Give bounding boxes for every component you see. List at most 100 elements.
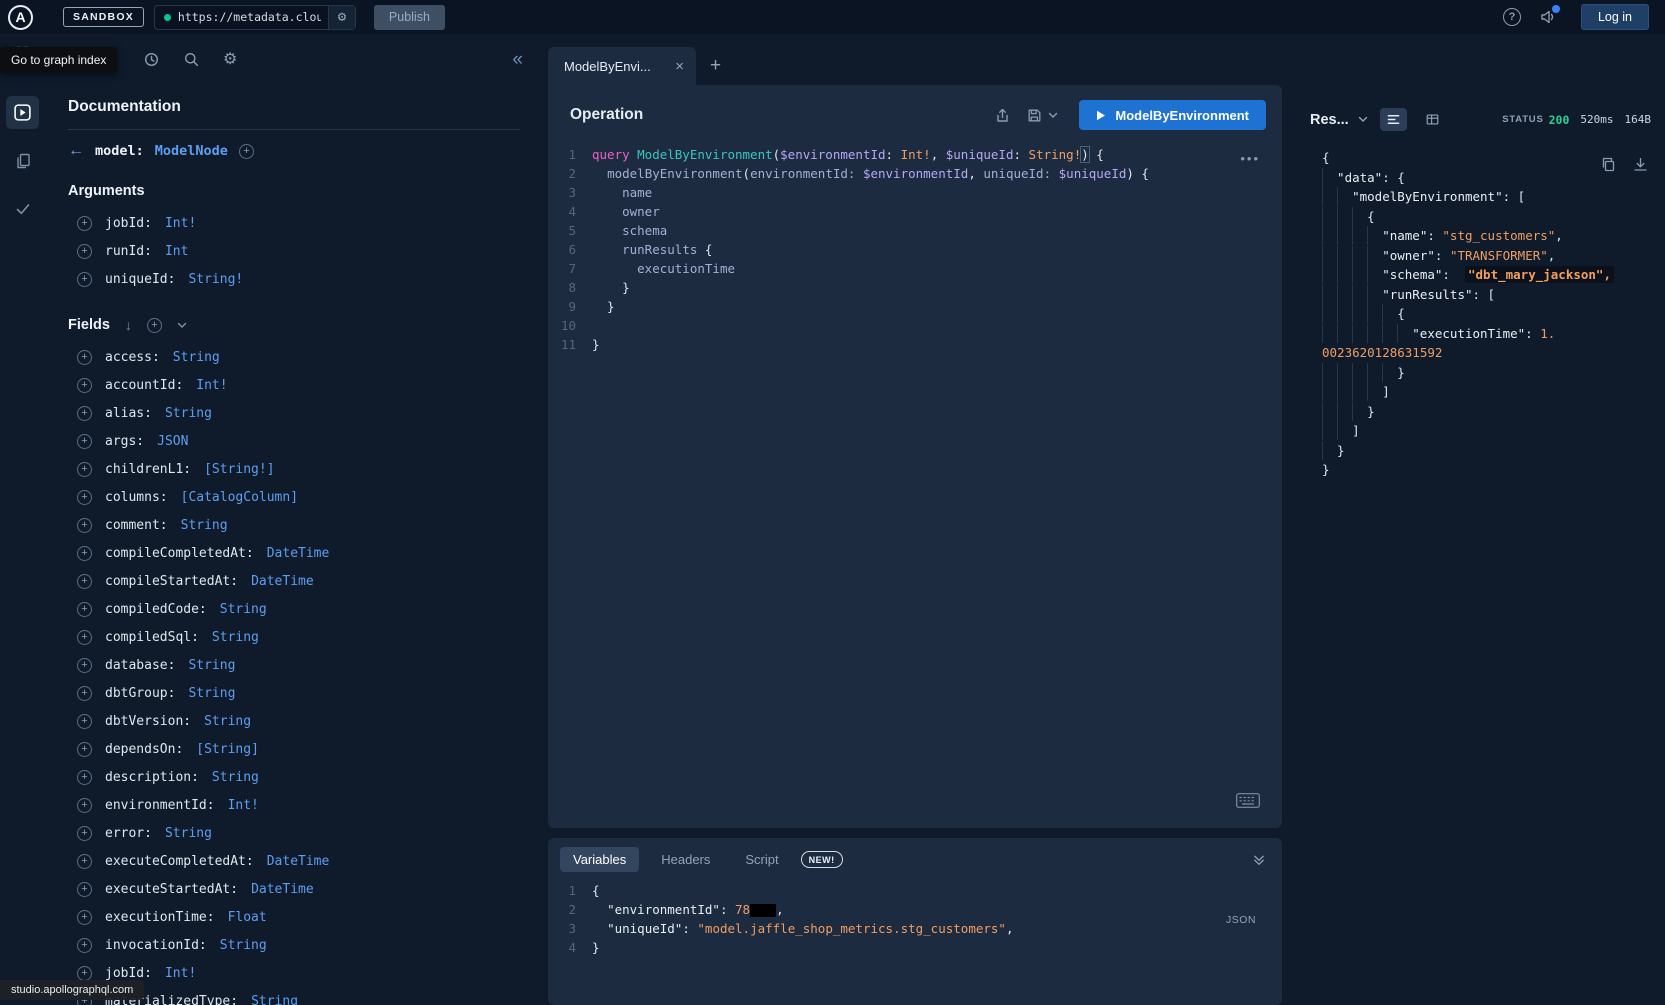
tab-headers[interactable]: Headers — [648, 847, 723, 872]
collapse-sidebar-icon[interactable]: « — [512, 50, 523, 69]
add-field-icon[interactable]: + — [77, 378, 92, 393]
add-field-icon[interactable]: + — [77, 854, 92, 869]
endpoint-settings-gear-icon[interactable]: ⚙ — [328, 6, 355, 29]
new-badge: NEW! — [801, 851, 843, 868]
new-tab-button[interactable]: + — [710, 56, 721, 75]
add-field-icon[interactable]: + — [77, 434, 92, 449]
add-field-icon[interactable]: + — [77, 462, 92, 477]
field-type-link[interactable]: [String!] — [204, 462, 274, 477]
variables-editor[interactable]: 1{2 "environmentId": 78,3 "uniqueId": "m… — [548, 881, 1282, 957]
add-field-icon[interactable]: + — [77, 966, 92, 981]
add-field-icon[interactable]: + — [77, 490, 92, 505]
add-field-icon[interactable]: + — [77, 602, 92, 617]
history-icon[interactable] — [143, 51, 160, 68]
apollo-logo[interactable]: A — [8, 5, 33, 30]
add-field-icon[interactable]: + — [77, 546, 92, 561]
field-type-link[interactable]: String — [204, 714, 251, 729]
field-type-link[interactable]: String — [173, 350, 220, 365]
field-type-link[interactable]: Float — [228, 910, 267, 925]
add-field-icon[interactable]: + — [77, 742, 92, 757]
field-type-link[interactable]: String — [188, 686, 235, 701]
field-type-link[interactable]: JSON — [157, 434, 188, 449]
field-type-link[interactable]: Int! — [165, 966, 196, 981]
field-name: compileCompletedAt: — [105, 546, 254, 561]
add-field-icon[interactable]: + — [77, 406, 92, 421]
endpoint-url[interactable]: https://metadata.cloud.get — [178, 10, 321, 24]
endpoint-url-box[interactable]: https://metadata.cloud.get ⚙ — [154, 5, 356, 30]
operation-tab[interactable]: ModelByEnvi... × — [548, 47, 696, 85]
left-rail — [0, 34, 45, 1005]
table-view-toggle[interactable] — [1419, 108, 1446, 131]
tab-close-icon[interactable]: × — [675, 59, 684, 74]
field-type-link[interactable]: DateTime — [267, 854, 330, 869]
add-field-icon[interactable]: + — [77, 350, 92, 365]
run-operation-button[interactable]: ModelByEnvironment — [1079, 100, 1266, 130]
copy-response-icon[interactable] — [1600, 156, 1617, 173]
field-type-link[interactable]: String — [212, 630, 259, 645]
operation-tab-label: ModelByEnvi... — [564, 59, 667, 74]
back-arrow-icon[interactable]: ← — [68, 143, 84, 159]
field-type-link[interactable]: String — [220, 938, 267, 953]
add-type-to-query-icon[interactable]: + — [239, 144, 254, 159]
download-response-icon[interactable] — [1632, 156, 1649, 173]
field-type-link[interactable]: DateTime — [251, 574, 314, 589]
field-type-link[interactable]: Int! — [196, 378, 227, 393]
field-row: + args: JSON — [68, 427, 520, 455]
add-field-icon[interactable]: + — [77, 518, 92, 533]
keyboard-shortcuts-icon[interactable] — [1236, 793, 1260, 808]
operation-editor[interactable]: 1query ModelByEnvironment($environmentId… — [548, 145, 1282, 354]
type-name-link[interactable]: ModelNode — [155, 143, 228, 159]
add-field-icon[interactable]: + — [77, 630, 92, 645]
field-type-link[interactable]: [CatalogColumn] — [181, 490, 298, 505]
add-field-icon[interactable]: + — [77, 686, 92, 701]
field-type-link[interactable]: String — [188, 658, 235, 673]
share-operation-icon[interactable] — [994, 107, 1011, 124]
argument-type-link[interactable]: String! — [188, 272, 243, 287]
help-icon[interactable]: ? — [1503, 8, 1521, 26]
add-field-icon[interactable]: + — [77, 770, 92, 785]
add-field-icon[interactable]: + — [77, 826, 92, 841]
field-type-link[interactable]: [String] — [196, 742, 259, 757]
search-icon[interactable] — [183, 51, 200, 68]
add-argument-icon[interactable]: + — [77, 216, 92, 231]
explorer-icon[interactable] — [6, 96, 39, 129]
field-type-link[interactable]: String — [212, 770, 259, 785]
add-field-icon[interactable]: + — [77, 938, 92, 953]
sort-fields-icon[interactable]: ↓ — [125, 318, 132, 332]
argument-type-link[interactable]: Int — [165, 244, 188, 259]
fields-options-chevron-icon[interactable] — [177, 322, 187, 329]
settings-gear-icon[interactable]: ⚙ — [223, 49, 237, 69]
tab-variables[interactable]: Variables — [560, 847, 639, 872]
add-argument-icon[interactable]: + — [77, 272, 92, 287]
add-field-icon[interactable]: + — [77, 714, 92, 729]
add-field-icon[interactable]: + — [77, 910, 92, 925]
add-all-fields-icon[interactable]: + — [147, 318, 162, 333]
add-field-icon[interactable]: + — [77, 882, 92, 897]
editor-overflow-menu-icon[interactable]: ••• — [1240, 151, 1260, 166]
field-type-link[interactable]: DateTime — [251, 882, 314, 897]
field-type-link[interactable]: String — [220, 602, 267, 617]
announcements-megaphone-icon[interactable] — [1539, 8, 1557, 26]
checklist-icon[interactable] — [6, 192, 39, 225]
add-argument-icon[interactable]: + — [77, 244, 92, 259]
tab-script[interactable]: Script — [732, 847, 791, 872]
field-type-link[interactable]: DateTime — [267, 546, 330, 561]
add-field-icon[interactable]: + — [77, 574, 92, 589]
field-row: + executionTime: Float — [68, 903, 520, 931]
field-type-link[interactable]: Int! — [228, 798, 259, 813]
field-type-link[interactable]: String — [165, 406, 212, 421]
login-button[interactable]: Log in — [1581, 4, 1649, 30]
add-field-icon[interactable]: + — [77, 658, 92, 673]
response-dropdown-chevron-icon[interactable] — [1358, 116, 1368, 123]
argument-type-link[interactable]: Int! — [165, 216, 196, 231]
add-field-icon[interactable]: + — [77, 798, 92, 813]
field-type-link[interactable]: String — [181, 518, 228, 533]
publish-button[interactable]: Publish — [374, 5, 445, 30]
field-type-link[interactable]: String — [165, 826, 212, 841]
field-row: + dependsOn: [String] — [68, 735, 520, 763]
collapse-variables-icon[interactable] — [1252, 853, 1266, 867]
formatted-view-toggle[interactable] — [1380, 108, 1407, 131]
field-type-link[interactable]: String — [251, 994, 298, 1005]
save-operation-group[interactable] — [1026, 107, 1058, 124]
schema-reference-icon[interactable] — [6, 144, 39, 177]
